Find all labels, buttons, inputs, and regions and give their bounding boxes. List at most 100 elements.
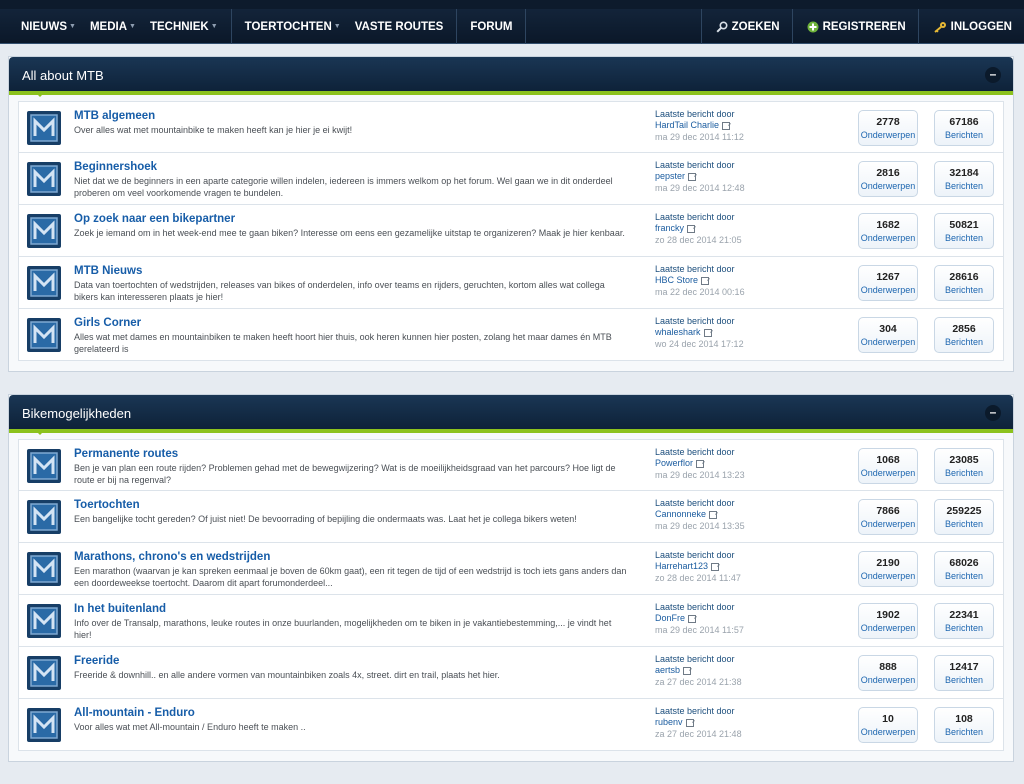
last-post-info: Laatste bericht door DonFre ma 29 dec 20… xyxy=(655,602,744,636)
forum-title-link[interactable]: Beginnershoek xyxy=(74,161,157,173)
dropdown-arrow-icon: ▼ xyxy=(210,23,218,30)
nav-item-nieuws[interactable]: NIEUWS ▼ xyxy=(14,9,83,44)
search-button[interactable]: ZOEKEN xyxy=(702,9,792,44)
topics-count-box: 7866 Onderwerpen xyxy=(858,499,918,535)
posts-count-box: 2856 Berichten xyxy=(934,317,994,353)
forum-row: All-mountain - Enduro Voor alles wat met… xyxy=(18,699,1004,751)
goto-post-icon[interactable] xyxy=(683,666,692,675)
topics-label: Onderwerpen xyxy=(860,727,916,737)
forum-title-link[interactable]: Freeride xyxy=(74,655,119,667)
last-post-user-link[interactable]: Powerflor xyxy=(655,458,693,469)
nav-item-vaste-routes[interactable]: VASTE ROUTES xyxy=(348,9,451,44)
goto-post-icon[interactable] xyxy=(709,510,718,519)
topics-count: 888 xyxy=(879,661,897,673)
category-title[interactable]: Bikemogelijkheden xyxy=(22,406,131,421)
topics-label: Onderwerpen xyxy=(860,337,916,347)
category-caret-icon xyxy=(35,92,45,97)
last-post-label: Laatste bericht door xyxy=(655,212,735,222)
topics-label: Onderwerpen xyxy=(860,623,916,633)
posts-label: Berichten xyxy=(944,285,984,295)
last-post-user-link[interactable]: francky xyxy=(655,223,684,234)
goto-post-icon[interactable] xyxy=(688,172,697,181)
goto-post-icon[interactable] xyxy=(688,614,697,623)
forum-logo-icon xyxy=(27,708,61,742)
register-button[interactable]: REGISTREREN xyxy=(793,9,918,44)
forum-title-link[interactable]: In het buitenland xyxy=(74,603,166,615)
posts-label: Berichten xyxy=(944,130,984,140)
forum-title-link[interactable]: All-mountain - Enduro xyxy=(74,707,195,719)
topics-label: Onderwerpen xyxy=(860,130,916,140)
topics-label: Onderwerpen xyxy=(860,468,916,478)
nav-label: TECHNIEK xyxy=(149,20,209,33)
forum-row: Girls Corner Alles wat met dames en moun… xyxy=(18,309,1004,361)
posts-label: Berichten xyxy=(944,181,984,191)
register-label: REGISTREREN xyxy=(822,20,906,33)
category-title[interactable]: All about MTB xyxy=(22,68,104,83)
forum-logo-icon xyxy=(27,318,61,352)
last-post-info: Laatste bericht door Powerflor ma 29 dec… xyxy=(655,447,745,481)
last-post-user-link[interactable]: whaleshark xyxy=(655,327,701,338)
forum-title-link[interactable]: Op zoek naar een bikepartner xyxy=(74,213,235,225)
login-label: INLOGGEN xyxy=(950,20,1012,33)
goto-post-icon[interactable] xyxy=(687,224,696,233)
goto-post-icon[interactable] xyxy=(703,328,712,337)
last-post-info: Laatste bericht door francky zo 28 dec 2… xyxy=(655,212,742,246)
last-post-user: Harrehart123 xyxy=(655,561,741,572)
category-bikemogelijkheden: Bikemogelijkheden – Permanente routes Be… xyxy=(8,394,1014,762)
nav-item-toertochten[interactable]: TOERTOCHTEN ▼ xyxy=(238,9,348,44)
forum-title-link[interactable]: Toertochten xyxy=(74,499,140,511)
forum-title-link[interactable]: MTB Nieuws xyxy=(74,265,142,277)
collapse-button[interactable]: – xyxy=(985,67,1001,83)
forum-title-link[interactable]: MTB algemeen xyxy=(74,110,155,122)
posts-count: 23085 xyxy=(949,454,979,466)
forum-title-link[interactable]: Marathons, chrono's en wedstrijden xyxy=(74,551,270,563)
goto-post-icon[interactable] xyxy=(722,121,731,130)
forum-list: MTB algemeen Over alles wat met mountain… xyxy=(9,95,1013,371)
topics-count: 1682 xyxy=(876,219,900,231)
last-post-info: Laatste bericht door whaleshark wo 24 de… xyxy=(655,316,744,350)
last-post-user: Cannonneke xyxy=(655,509,745,520)
last-post-user-link[interactable]: DonFre xyxy=(655,613,685,624)
last-post-user-link[interactable]: pepster xyxy=(655,171,685,182)
dropdown-arrow-icon: ▼ xyxy=(333,23,341,30)
goto-post-icon[interactable] xyxy=(685,718,694,727)
last-post-user-link[interactable]: Cannonneke xyxy=(655,509,706,520)
topics-label: Onderwerpen xyxy=(860,519,916,529)
topics-count: 2190 xyxy=(876,557,900,569)
topics-count: 304 xyxy=(879,323,897,335)
forum-title-link[interactable]: Permanente routes xyxy=(74,448,178,460)
goto-post-icon[interactable] xyxy=(696,459,705,468)
forum-logo-icon xyxy=(27,604,61,638)
last-post-label: Laatste bericht door xyxy=(655,447,735,457)
nav-item-media[interactable]: MEDIA ▼ xyxy=(83,9,143,44)
forum-title-link[interactable]: Girls Corner xyxy=(74,317,141,329)
forum-list: Permanente routes Ben je van plan een ro… xyxy=(9,433,1013,761)
last-post-date: ma 29 dec 2014 13:23 xyxy=(655,469,745,480)
forum-logo-icon xyxy=(27,449,61,483)
top-navbar: NIEUWS ▼ MEDIA ▼ TECHNIEK ▼ TOERTOCHTEN ▼ VA… xyxy=(0,0,1024,44)
last-post-user: francky xyxy=(655,223,742,234)
posts-count-box: 259225 Berichten xyxy=(934,499,994,535)
forum-row: Permanente routes Ben je van plan een ro… xyxy=(18,439,1004,491)
last-post-user-link[interactable]: aertsb xyxy=(655,665,680,676)
last-post-user-link[interactable]: Harrehart123 xyxy=(655,561,708,572)
last-post-user-link[interactable]: rubenv xyxy=(655,717,683,728)
goto-post-icon[interactable] xyxy=(711,562,720,571)
last-post-user: pepster xyxy=(655,171,745,182)
last-post-user-link[interactable]: HardTail Charlie xyxy=(655,120,719,131)
last-post-user: DonFre xyxy=(655,613,744,624)
posts-count: 22341 xyxy=(949,609,979,621)
goto-post-icon[interactable] xyxy=(701,276,710,285)
forum-row: Toertochten Een bangelijke tocht gereden… xyxy=(18,491,1004,543)
topics-count-box: 2190 Onderwerpen xyxy=(858,551,918,587)
posts-count: 68026 xyxy=(949,557,979,569)
add-user-icon xyxy=(807,21,819,33)
key-icon xyxy=(933,21,947,33)
login-button[interactable]: INLOGGEN xyxy=(919,9,1024,44)
collapse-button[interactable]: – xyxy=(985,405,1001,421)
nav-item-forum[interactable]: FORUM xyxy=(463,9,519,44)
posts-count: 32184 xyxy=(949,167,979,179)
nav-item-techniek[interactable]: TECHNIEK ▼ xyxy=(143,9,225,44)
category-header: All about MTB – xyxy=(9,57,1013,97)
last-post-user-link[interactable]: HBC Store xyxy=(655,275,698,286)
